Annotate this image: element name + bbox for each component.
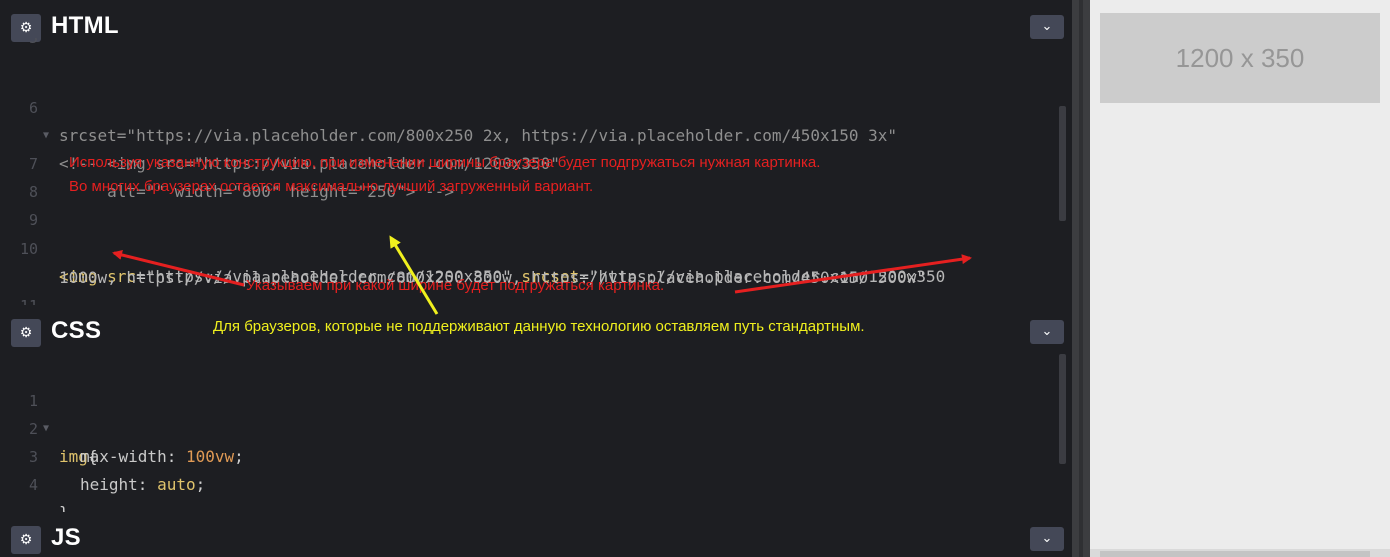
js-panel-header: ⚙ JS ⌄: [0, 512, 1072, 557]
panel-title: HTML: [51, 12, 119, 39]
code-line: 1000w, https://via.placeholder.com/800x2…: [0, 236, 926, 287]
placeholder-image: 1200 x 350: [1100, 13, 1380, 103]
code-line: 11 alt="">: [0, 264, 179, 343]
html-panel-header: ⚙ HTML ⌄: [0, 0, 1072, 45]
code-line: 1 ▼ img{: [0, 359, 98, 466]
code-line: 5: [0, 38, 77, 52]
preview-pane: 1200 x 350: [1090, 0, 1390, 557]
annotation-note: Указываем при какой ширине будет подгруж…: [246, 277, 665, 294]
annotation-note: Для браузеров, которые не поддерживают д…: [213, 318, 865, 335]
chevron-down-icon[interactable]: ⌄: [1030, 527, 1064, 551]
panel-title: CSS: [51, 317, 102, 344]
code-text: srcset="https://via.placeholder.com/800x…: [59, 126, 898, 145]
chevron-down-icon[interactable]: ⌄: [1030, 15, 1064, 39]
gear-icon[interactable]: ⚙: [11, 526, 41, 554]
code-token: height: [80, 475, 138, 494]
code-line: 8: [0, 150, 77, 201]
css-code-area[interactable]: 1 ▼ img{ 2 max-width: 100vw; 3 height: a…: [0, 354, 1072, 522]
resize-handle[interactable]: [1072, 0, 1090, 557]
line-number: 4: [28, 476, 38, 494]
panel-title: JS: [51, 524, 81, 551]
code-line: 9: [0, 178, 77, 229]
code-line: srcset="https://via.placeholder.com/800x…: [0, 94, 897, 145]
code-line: 10 <img src="https://via.placeholder.com…: [0, 207, 945, 286]
gear-icon[interactable]: ⚙: [11, 319, 41, 347]
code-line: 7 alt="" width="800" height="250"> -->: [0, 122, 454, 201]
code-token: auto: [157, 475, 196, 494]
code-line: 6 ▼ <!-- <img src="https://via.placehold…: [0, 66, 560, 173]
html-code-area[interactable]: 5 6 ▼ <!-- <img src="https://via.placeho…: [0, 38, 1072, 343]
code-token: max-width: [80, 447, 167, 466]
annotation-note: Во многих браузерах остается максимально…: [69, 178, 594, 195]
js-panel: ⚙ JS ⌄: [0, 512, 1072, 557]
code-text: height: auto;: [80, 475, 206, 494]
line-number: 5: [28, 38, 38, 47]
code-line: 2 max-width: 100vw;: [0, 387, 244, 466]
vertical-scrollbar[interactable]: [1059, 106, 1066, 221]
code-line: 3 height: auto;: [0, 415, 205, 494]
code-text: max-width: 100vw;: [80, 447, 244, 466]
vertical-scrollbar[interactable]: [1059, 354, 1066, 464]
code-line: 4 }: [0, 443, 77, 522]
annotation-note: Используя указанную конструкцию, при изм…: [69, 154, 821, 171]
chevron-down-icon[interactable]: ⌄: [1030, 320, 1064, 344]
horizontal-scrollbar[interactable]: [1090, 549, 1390, 557]
code-token: 100vw: [185, 447, 235, 466]
css-panel: ⚙ CSS ⌄ 1 ▼ img{ 2 max-width: 100vw; 3 h…: [0, 305, 1072, 522]
